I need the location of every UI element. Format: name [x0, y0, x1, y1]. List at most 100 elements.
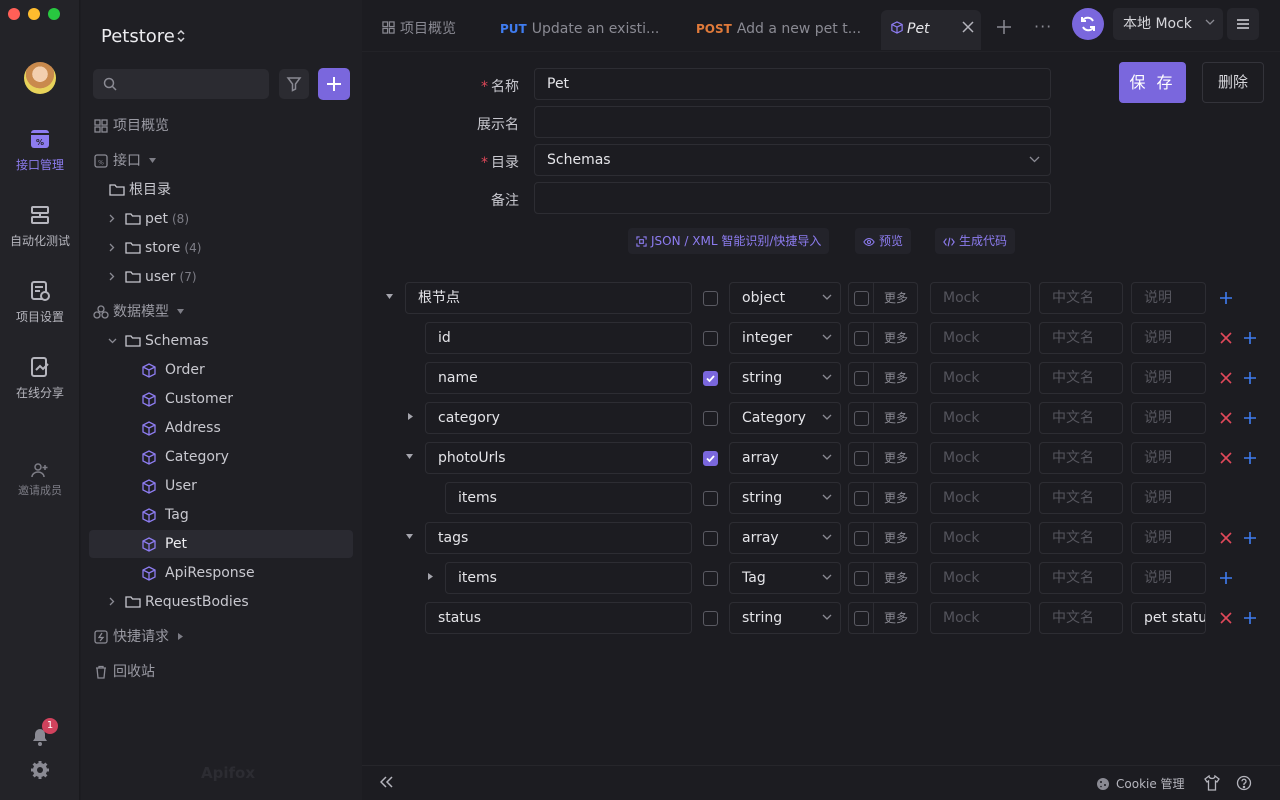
delete-field-icon[interactable]: [1220, 532, 1232, 544]
field-type-select[interactable]: Category: [729, 402, 841, 434]
more-options-button[interactable]: 更多: [874, 322, 918, 354]
save-button[interactable]: 保 存: [1119, 62, 1186, 103]
field-name-input[interactable]: items: [445, 482, 692, 514]
tab-post-add[interactable]: POST Add a new pet t...: [696, 10, 861, 50]
invite-members-button[interactable]: 邀请成员: [0, 462, 80, 498]
required-checkbox[interactable]: [703, 371, 718, 386]
field-type-select[interactable]: object: [729, 282, 841, 314]
preview-button[interactable]: 预览: [855, 228, 912, 254]
more-tabs-button[interactable]: ···: [1034, 17, 1052, 36]
display-name-field[interactable]: [534, 106, 1051, 138]
tab-put-update[interactable]: PUT Update an existi...: [500, 10, 659, 50]
add-field-icon[interactable]: [1243, 531, 1257, 545]
delete-field-icon[interactable]: [1220, 332, 1232, 344]
sync-button[interactable]: [1072, 8, 1104, 40]
add-field-icon[interactable]: [1243, 411, 1257, 425]
nullable-checkbox[interactable]: [854, 451, 869, 466]
nullable-checkbox[interactable]: [854, 411, 869, 426]
generate-code-button[interactable]: 生成代码: [935, 228, 1016, 254]
name-field[interactable]: Pet: [534, 68, 1051, 100]
delete-field-icon[interactable]: [1220, 412, 1232, 424]
chevron-updown-icon[interactable]: [176, 28, 186, 44]
description-input[interactable]: pet status: [1131, 602, 1206, 634]
field-type-select[interactable]: integer: [729, 322, 841, 354]
sidebar-item-request-bodies[interactable]: RequestBodies: [81, 588, 362, 616]
sidebar-item-api-response[interactable]: ApiResponse: [81, 559, 362, 587]
rail-api-management[interactable]: % 接口管理: [0, 128, 80, 173]
delete-field-icon[interactable]: [1220, 372, 1232, 384]
chinese-name-input[interactable]: 中文名: [1039, 602, 1123, 634]
sidebar-item-pet[interactable]: pet (8): [81, 205, 362, 233]
required-checkbox[interactable]: [703, 331, 718, 346]
field-name-input[interactable]: photoUrls: [425, 442, 692, 474]
caret-down-icon[interactable]: [386, 294, 393, 299]
mock-input[interactable]: Mock: [930, 402, 1031, 434]
add-field-icon[interactable]: [1243, 451, 1257, 465]
mock-input[interactable]: Mock: [930, 522, 1031, 554]
minimize-window-button[interactable]: [28, 8, 40, 20]
note-field[interactable]: [534, 182, 1051, 214]
more-options-button[interactable]: 更多: [874, 402, 918, 434]
shirt-icon[interactable]: [1204, 775, 1220, 791]
field-type-select[interactable]: array: [729, 442, 841, 474]
description-input[interactable]: 说明: [1131, 402, 1206, 434]
chinese-name-input[interactable]: 中文名: [1039, 402, 1123, 434]
required-checkbox[interactable]: [703, 611, 718, 626]
mock-input[interactable]: Mock: [930, 562, 1031, 594]
sidebar-item-overview[interactable]: 项目概览: [81, 112, 362, 140]
add-field-icon[interactable]: [1219, 291, 1233, 305]
description-input[interactable]: 说明: [1131, 282, 1206, 314]
mock-input[interactable]: Mock: [930, 602, 1031, 634]
required-checkbox[interactable]: [703, 291, 718, 306]
plus-icon[interactable]: [996, 19, 1012, 35]
field-name-input[interactable]: 根节点: [405, 282, 692, 314]
nullable-checkbox[interactable]: [854, 291, 869, 306]
sidebar-item-pet-model[interactable]: Pet: [89, 530, 353, 558]
nullable-checkbox[interactable]: [854, 491, 869, 506]
sidebar-item-user-model[interactable]: User: [81, 472, 362, 500]
mock-input[interactable]: Mock: [930, 362, 1031, 394]
delete-button[interactable]: 删除: [1202, 62, 1264, 103]
more-options-button[interactable]: 更多: [874, 282, 918, 314]
sidebar-item-data-models[interactable]: 数据模型: [81, 298, 362, 326]
add-field-icon[interactable]: [1243, 331, 1257, 345]
required-checkbox[interactable]: [703, 571, 718, 586]
delete-field-icon[interactable]: [1220, 452, 1232, 464]
caret-right-icon[interactable]: [428, 573, 433, 580]
caret-right-icon[interactable]: [408, 413, 413, 420]
required-checkbox[interactable]: [703, 491, 718, 506]
nullable-checkbox[interactable]: [854, 531, 869, 546]
sidebar-item-root[interactable]: 根目录: [81, 176, 362, 204]
nullable-checkbox[interactable]: [854, 371, 869, 386]
more-options-button[interactable]: 更多: [874, 522, 918, 554]
more-options-button[interactable]: 更多: [874, 442, 918, 474]
description-input[interactable]: 说明: [1131, 442, 1206, 474]
gear-icon[interactable]: [30, 760, 50, 780]
close-icon[interactable]: [962, 21, 974, 33]
field-name-input[interactable]: category: [425, 402, 692, 434]
caret-down-icon[interactable]: [406, 534, 413, 539]
field-name-input[interactable]: tags: [425, 522, 692, 554]
field-name-input[interactable]: id: [425, 322, 692, 354]
sidebar-item-order[interactable]: Order: [81, 356, 362, 384]
chinese-name-input[interactable]: 中文名: [1039, 442, 1123, 474]
description-input[interactable]: 说明: [1131, 562, 1206, 594]
mock-input[interactable]: Mock: [930, 482, 1031, 514]
sidebar-item-customer[interactable]: Customer: [81, 385, 362, 413]
chinese-name-input[interactable]: 中文名: [1039, 362, 1123, 394]
directory-select[interactable]: Schemas: [534, 144, 1051, 176]
mock-input[interactable]: Mock: [930, 442, 1031, 474]
field-type-select[interactable]: string: [729, 602, 841, 634]
field-name-input[interactable]: items: [445, 562, 692, 594]
chinese-name-input[interactable]: 中文名: [1039, 522, 1123, 554]
add-button[interactable]: [318, 68, 350, 100]
sidebar-item-tag[interactable]: Tag: [81, 501, 362, 529]
sidebar-item-user[interactable]: user (7): [81, 263, 362, 291]
rail-auto-test[interactable]: 自动化测试: [0, 204, 80, 249]
add-field-icon[interactable]: [1243, 371, 1257, 385]
smart-import-button[interactable]: JSON / XML 智能识别/快捷导入: [628, 228, 830, 254]
chinese-name-input[interactable]: 中文名: [1039, 322, 1123, 354]
add-field-icon[interactable]: [1243, 611, 1257, 625]
search-input[interactable]: [93, 69, 269, 99]
menu-button[interactable]: [1227, 8, 1259, 40]
